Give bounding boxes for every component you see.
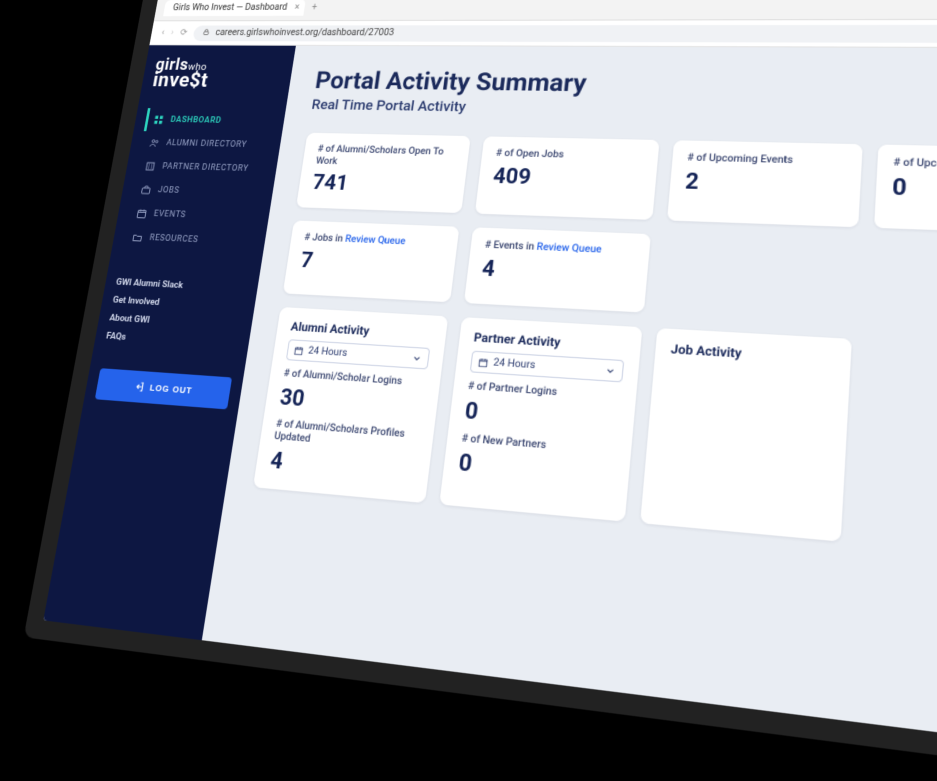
folder-icon: [131, 232, 143, 244]
logo-line2: inve$t: [151, 72, 281, 92]
label-text: # Events in: [484, 240, 537, 253]
card-jobs-review-queue: # Jobs in Review Queue 7: [283, 220, 460, 302]
main-content: ⊙ Portal Activity Summary Real Time Port…: [202, 46, 937, 754]
browser-tab-bar: Girls Who Invest — Dashboard × +: [154, 0, 937, 21]
sidebar-item-dashboard[interactable]: DASHBOARD: [144, 108, 275, 134]
tab-title: Girls Who Invest — Dashboard: [172, 3, 288, 13]
calendar-icon: [293, 345, 304, 356]
browser-address-bar: ‹ › ⟳ careers.girlswhoinvest.org/dashboa…: [149, 20, 937, 49]
sidebar-links: GWI Alumni Slack Get Involved About GWI …: [105, 273, 248, 354]
time-range-select[interactable]: 24 Hours: [286, 339, 430, 369]
metric-value: 30: [278, 385, 424, 421]
new-tab-button[interactable]: +: [311, 3, 318, 13]
brand-logo: girlswho inve$t: [151, 57, 283, 92]
section-title: Job Activity: [670, 342, 835, 367]
review-queue-link[interactable]: Review Queue: [536, 242, 602, 256]
sidebar-item-label: JOBS: [157, 186, 180, 196]
logout-icon: [133, 380, 146, 393]
chevron-down-icon: [605, 365, 617, 376]
card-label: # Events in Review Queue: [484, 240, 635, 259]
card-label: # of Upcoming Partner Events: [893, 157, 937, 174]
card-value: 741: [311, 171, 452, 199]
card-label: # of Open Jobs: [495, 148, 644, 164]
nav-forward-icon[interactable]: ›: [170, 28, 174, 37]
url-field[interactable]: careers.girlswhoinvest.org/dashboard/270…: [193, 24, 937, 42]
browser-tab[interactable]: Girls Who Invest — Dashboard ×: [163, 0, 306, 16]
sidebar-item-label: DASHBOARD: [170, 116, 222, 126]
chevron-down-icon: [411, 353, 422, 364]
card-open-to-work: # of Alumni/Scholars Open To Work 741: [296, 133, 471, 213]
nav-back-icon[interactable]: ‹: [161, 28, 165, 37]
sidebar-item-alumni-directory[interactable]: ALUMNI DIRECTORY: [140, 131, 272, 158]
logout-label: LOG OUT: [149, 383, 193, 396]
card-alumni-activity: Alumni Activity 24 Hours # of Alumni/Sch…: [253, 307, 448, 503]
time-range-select[interactable]: 24 Hours: [470, 351, 625, 383]
logout-button[interactable]: LOG OUT: [95, 368, 232, 409]
card-label: # of Alumni/Scholars Open To Work: [315, 144, 456, 171]
card-label: # of Upcoming Events: [687, 152, 847, 168]
select-value: 24 Hours: [307, 345, 347, 359]
reload-icon[interactable]: ⟳: [179, 28, 188, 37]
sidebar-item-label: RESOURCES: [149, 233, 199, 244]
card-value: 2: [684, 169, 845, 199]
card-upcoming-partner-events: # of Upcoming Partner Events 0: [874, 144, 937, 235]
card-upcoming-events: # of Upcoming Events 2: [667, 140, 863, 227]
people-icon: [148, 137, 160, 148]
sidebar-item-label: EVENTS: [153, 210, 187, 220]
card-events-review-queue: # Events in Review Queue 4: [464, 227, 651, 312]
calendar-icon: [136, 208, 148, 219]
briefcase-icon: [140, 184, 152, 195]
lock-icon: [202, 28, 212, 38]
sidebar-item-resources[interactable]: RESOURCES: [122, 225, 255, 255]
close-icon[interactable]: ×: [294, 3, 300, 13]
label-text: # Jobs in: [304, 232, 346, 244]
card-job-activity: Job Activity: [640, 328, 852, 541]
review-queue-link[interactable]: Review Queue: [344, 234, 406, 247]
sidebar-item-label: ALUMNI DIRECTORY: [166, 139, 248, 150]
card-partner-activity: Partner Activity 24 Hours # of Partner L…: [439, 317, 642, 521]
metric-value: 0: [464, 398, 620, 436]
select-value: 24 Hours: [493, 357, 536, 371]
card-value: 7: [299, 248, 442, 279]
calendar-icon: [478, 357, 489, 368]
card-value: 409: [492, 164, 643, 193]
dashboard-icon: [153, 114, 165, 125]
card-value: 0: [892, 174, 937, 205]
url-text: careers.girlswhoinvest.org/dashboard/270…: [215, 28, 395, 38]
card-open-jobs: # of Open Jobs 409: [475, 136, 660, 220]
stats-grid: # of Alumni/Scholars Open To Work 741 # …: [253, 133, 937, 563]
building-icon: [144, 161, 156, 172]
card-value: 4: [481, 256, 634, 288]
section-title: Partner Activity: [473, 330, 626, 354]
section-title: Alumni Activity: [290, 319, 433, 341]
sidebar-item-label: PARTNER DIRECTORY: [161, 162, 249, 174]
card-label: # Jobs in Review Queue: [303, 232, 444, 250]
